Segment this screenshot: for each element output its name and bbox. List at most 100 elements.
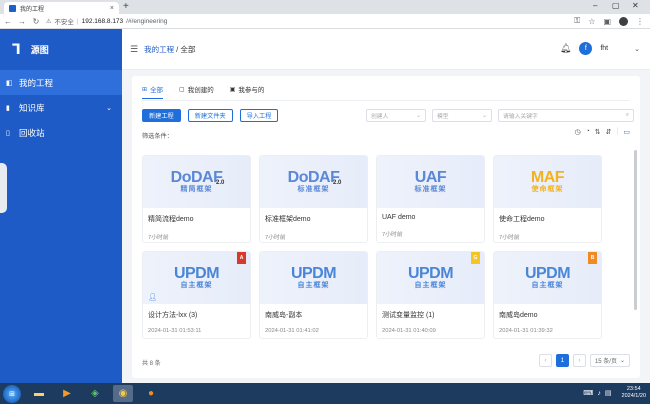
sidebar-item-knowledge-base[interactable]: ▮ 知识库 ⌄ [0, 95, 122, 120]
breadcrumb-root[interactable]: 我的工程 [144, 45, 174, 54]
time-sort-icon[interactable]: ◔ [586, 128, 590, 136]
project-card[interactable]: UPDM 自主框架 A 👤︎ 设计方法-lxx (3) 2024-01-31 0… [142, 251, 251, 339]
forward-icon[interactable]: → [18, 17, 26, 26]
tab-label: 我创建的 [187, 87, 214, 94]
thumbnail-logo: UAF [414, 169, 447, 186]
project-card[interactable]: UPDM 自主框架 南威岛-副本 2024-01-31 01:41:02 [259, 251, 368, 339]
clock[interactable]: 23:54 2024/1/20 [622, 386, 646, 400]
project-time: 7小时前 [265, 235, 286, 241]
explorer-icon[interactable]: ▬ [29, 385, 49, 402]
browser-menu-icon[interactable]: ⋮ [636, 17, 644, 26]
minimize-icon[interactable]: – [593, 1, 597, 10]
view-toggle-icon[interactable]: ▭ [623, 128, 630, 136]
project-card[interactable]: DoDAF 精简框架 2.0 精简流程demo 7小时前 [142, 155, 251, 243]
project-card[interactable]: UPDM 自主框架 B 南威岛demo 2024-01-31 01:39:32 [493, 251, 602, 339]
reload-icon[interactable]: ↻ [32, 17, 40, 26]
breadcrumb-current: 全部 [180, 44, 196, 54]
browser-tab[interactable]: 我的工程 × [4, 2, 119, 14]
project-card[interactable]: MAF 使命框架 使命工程demo 7小时前 [493, 155, 602, 243]
project-thumbnail: UPDM 自主框架 A 👤︎ [143, 252, 250, 304]
project-tabs: ⊞ 全部 ▢ 我创建的 ▣ 我参与的 [142, 84, 264, 100]
thumbnail-logo: DoDAF [170, 169, 223, 186]
sort-asc-icon[interactable]: ⇅ [595, 128, 601, 136]
clock-sort-icon[interactable]: ◷ [574, 128, 580, 136]
chevron-down-icon: ⌄ [416, 112, 421, 119]
new-project-button[interactable]: 新建工程 [142, 109, 181, 122]
project-time: 7小时前 [148, 235, 169, 241]
thumbnail-logo: DoDAF [287, 169, 340, 186]
menu-toggle-icon[interactable]: ☰ [130, 44, 138, 55]
project-card[interactable]: UAF 标准框架 UAF demo 7小时前 [376, 155, 485, 243]
project-card[interactable]: DoDAF 标准框架 2.0 标准框架demo 7小时前 [259, 155, 368, 243]
search-icon[interactable]: ⌕ [626, 112, 629, 119]
close-tab-icon[interactable]: × [110, 5, 114, 12]
import-project-button[interactable]: 导入工程 [239, 109, 279, 122]
new-tab-button[interactable]: + [123, 1, 129, 13]
browser-actions: ⚿ ☆ ▣ ⋮ [574, 16, 644, 26]
project-thumbnail: DoDAF 精简框架 2.0 [143, 156, 250, 208]
security-icon[interactable]: ◈ [85, 385, 105, 402]
bookmark-star-icon[interactable]: ☆ [588, 17, 595, 26]
tool-divider: | [616, 128, 619, 135]
url-field[interactable]: ⚠ 不安全 | 192.168.8.173/#/engineering [46, 16, 167, 27]
content-scrollbar[interactable] [634, 150, 637, 310]
insecure-label: 不安全 [54, 19, 74, 26]
sort-desc-icon[interactable]: ⇵ [606, 128, 612, 136]
chrome-icon[interactable]: ◉ [113, 385, 133, 402]
thumbnail-subtitle: 标准框架 [297, 186, 330, 193]
volume-icon[interactable]: ♪ [597, 390, 601, 397]
thumbnail-subtitle: 标准框架 [414, 186, 447, 193]
input-method-icon[interactable]: ⌨ [583, 389, 593, 397]
chevron-down-icon: ⌄ [482, 112, 487, 119]
bell-icon[interactable]: 🔔︎ [560, 43, 571, 54]
next-page-button[interactable]: › [572, 354, 586, 367]
project-thumbnail: MAF 使命框架 [494, 156, 601, 208]
action-buttons: 新建工程 新建文件夹 导入工程 [142, 109, 279, 122]
sidebar-item-my-projects[interactable]: ◧ 我的工程 [0, 70, 122, 95]
maximize-icon[interactable]: ▢ [612, 1, 620, 10]
filter-conditions-label: 筛选条件： [142, 133, 173, 140]
search-input[interactable]: 请输入关键字 ⌕ [498, 109, 634, 122]
level-badge: A [237, 252, 246, 264]
project-card[interactable]: UPDM 自主框架 G 测试变量监控 (1) 2024-01-31 01:40:… [376, 251, 485, 339]
firefox-icon[interactable]: ● [141, 385, 161, 402]
sidebar-item-recycle-bin[interactable]: ▯ 回收站 [0, 120, 122, 145]
back-icon[interactable]: ← [4, 17, 12, 26]
chevron-down-icon[interactable]: ⌄ [634, 45, 640, 53]
search-placeholder: 请输入关键字 [503, 114, 538, 120]
start-button[interactable]: ⊞ [3, 384, 21, 403]
thumbnail-logo: UPDM [407, 265, 454, 282]
new-folder-button[interactable]: 新建文件夹 [187, 109, 233, 122]
type-select[interactable]: 模型 ⌄ [432, 109, 492, 122]
pagination: ‹ 1 › 15 条/页 ⌄ [538, 354, 630, 367]
avatar[interactable]: f [579, 42, 593, 55]
page-number-button[interactable]: 1 [555, 354, 569, 367]
close-window-icon[interactable]: ✕ [632, 1, 639, 10]
type-placeholder: 模型 [437, 114, 449, 120]
extension-icon[interactable]: ▣ [603, 17, 611, 26]
tab-all[interactable]: ⊞ 全部 [142, 84, 164, 99]
favicon-icon [9, 4, 16, 12]
project-time: 2024-01-31 01:40:09 [382, 328, 436, 334]
brand: ᒣ 源图 [0, 29, 122, 70]
tab-created-by-me[interactable]: ▢ 我创建的 [179, 84, 214, 98]
key-icon[interactable]: ⚿ [574, 16, 580, 26]
taskbar: ⊞ ▬ ▶ ◈ ◉ ● ⌨ ♪ ▤ 23:54 2024/1/20 [0, 383, 650, 404]
media-player-icon[interactable]: ▶ [57, 385, 77, 402]
network-icon[interactable]: ▤ [605, 389, 612, 397]
insecure-icon: ⚠ [46, 18, 52, 25]
library-icon: ▮ [6, 104, 10, 112]
tab-participated[interactable]: ▣ 我参与的 [230, 84, 265, 98]
user-name[interactable]: fht [600, 45, 608, 52]
folder-icon: ▢ [179, 86, 185, 93]
thumbnail-subtitle: 自主框架 [414, 282, 447, 289]
project-time: 7小时前 [499, 235, 520, 241]
prev-page-button[interactable]: ‹ [538, 354, 552, 367]
profile-icon[interactable] [619, 16, 628, 26]
thumbnail-logo: UPDM [524, 265, 571, 282]
sidebar-collapse-handle[interactable] [0, 163, 7, 213]
page-size-select[interactable]: 15 条/页 ⌄ [589, 354, 630, 367]
sidebar: ᒣ 源图 ◧ 我的工程 ▮ 知识库 ⌄ ▯ 回收站 [0, 29, 122, 383]
project-time: 2024-01-31 01:41:02 [265, 328, 319, 334]
creator-select[interactable]: 创建人 ⌄ [366, 109, 426, 122]
